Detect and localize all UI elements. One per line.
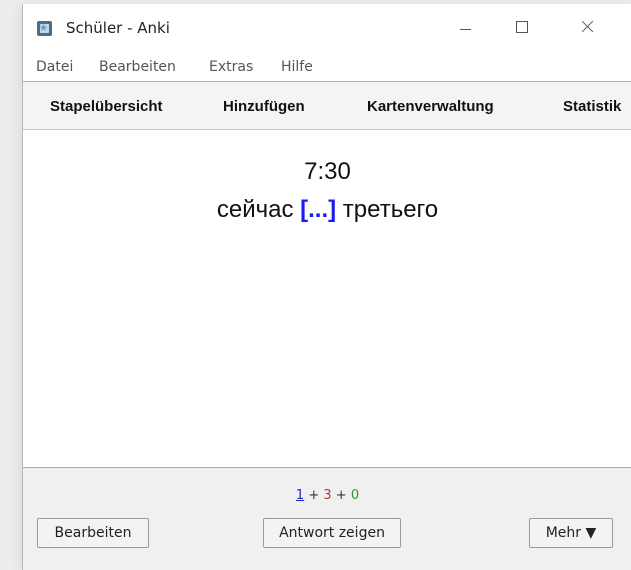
minimize-button[interactable] — [443, 4, 489, 50]
count-separator: + — [304, 488, 324, 503]
toolbar-browse-link[interactable]: Kartenverwaltung — [367, 98, 494, 115]
window-title: Schüler - Anki — [66, 19, 170, 37]
toolbar: Stapelübersicht Hinzufügen Kartenverwalt… — [23, 82, 631, 130]
count-separator: + — [331, 488, 351, 503]
card-view: 7:30 сейчас [...] третьего — [23, 130, 631, 468]
new-count: 1 — [295, 488, 305, 503]
toolbar-decks-link[interactable]: Stapelübersicht — [50, 98, 163, 115]
anki-app-icon — [37, 21, 52, 36]
cloze-deletion: [...] — [300, 196, 337, 223]
cloze-text-after: третьего — [336, 196, 439, 223]
menu-bar: Datei Bearbeiten Extras Hilfe — [23, 50, 631, 82]
menu-hilfe[interactable]: Hilfe — [281, 59, 313, 75]
show-answer-button[interactable]: Antwort zeigen — [263, 518, 401, 548]
cloze-text-before: сейчас — [216, 196, 301, 223]
learning-count: 3 — [323, 488, 332, 503]
close-button[interactable] — [565, 4, 611, 50]
card-cloze-sentence: сейчас [...] третьего — [23, 196, 631, 224]
card-front-text: 7:30 — [304, 158, 351, 185]
anki-window: Schüler - Anki Datei Bearbeiten Extras H… — [22, 4, 631, 570]
due-counts: 1 + 3 + 0 — [23, 488, 631, 503]
toolbar-stats-link[interactable]: Statistik — [563, 98, 621, 115]
menu-bearbeiten[interactable]: Bearbeiten — [99, 59, 176, 75]
toolbar-add-link[interactable]: Hinzufügen — [223, 98, 305, 115]
more-button[interactable]: Mehr ▼ — [529, 518, 613, 548]
edit-button[interactable]: Bearbeiten — [37, 518, 149, 548]
maximize-button[interactable] — [499, 4, 545, 50]
review-count: 0 — [350, 488, 360, 503]
bottom-bar: 1 + 3 + 0 Bearbeiten Antwort zeigen Mehr… — [23, 468, 631, 570]
title-bar: Schüler - Anki — [23, 4, 631, 50]
menu-extras[interactable]: Extras — [209, 59, 253, 75]
menu-datei[interactable]: Datei — [36, 59, 73, 75]
